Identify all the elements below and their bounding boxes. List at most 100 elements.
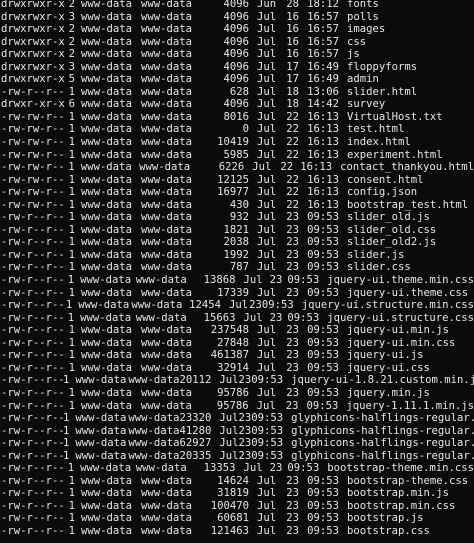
listing-links: 1: [68, 399, 75, 412]
listing-group: www-data: [141, 361, 193, 374]
listing-mon: Jul: [257, 487, 277, 500]
listing-name: slider.css: [347, 261, 411, 274]
listing-name: js: [347, 48, 360, 61]
listing-size: 31819: [217, 487, 249, 500]
listing-perm: -rw-rw-r--: [1, 136, 65, 149]
listing-links: 1: [68, 524, 75, 537]
listing-row: -rw-r--r-- 1 www-data www-data 41280 Jul 23 09:…: [0, 425, 474, 438]
listing-mon: Jul: [243, 274, 263, 287]
listing-perm: -rw-r--r--: [1, 211, 65, 224]
listing-links: 1: [67, 311, 75, 324]
listing-row: -rw-rw-r-- 1 www-data www-data 5985 Jul 22 16:1…: [0, 149, 474, 162]
listing-group: www-data: [131, 299, 183, 312]
listing-name: test.html: [347, 123, 405, 136]
listing-size: 6226: [218, 161, 245, 174]
listing-perm: -rw-r--r--: [1, 349, 65, 362]
listing-time: 09:53: [307, 512, 339, 525]
listing-perm: -rw-rw-r--: [1, 110, 65, 123]
listing-size: 237548: [210, 324, 249, 337]
listing-size: 4096: [223, 0, 249, 10]
listing-links: 1: [68, 248, 75, 261]
listing-user: www-data: [81, 349, 133, 362]
listing-row: drwxrwxr-x 3 www-data www-data 4096 Jul 16 16:5…: [0, 11, 474, 24]
listing-size: 20335: [179, 449, 212, 462]
listing-day: 22: [286, 110, 299, 123]
listing-size: 2038: [223, 236, 249, 249]
listing-size: 8016: [223, 110, 249, 123]
listing-row: -rw-r--r-- 1 www-data www-data 20335 Jul 23 09:…: [0, 450, 474, 463]
listing-day: 23: [286, 211, 299, 224]
listing-size: 32914: [217, 361, 249, 374]
listing-user: www-data: [81, 0, 133, 10]
listing-user: www-data: [81, 173, 133, 186]
listing-name: jquery-ui-1.8.21.custom.min.js: [291, 374, 474, 387]
listing-name: jquery.min.js: [347, 386, 430, 399]
listing-row: -rw-rw-r-- 1 www-data www-data 0 Jul 22 16:13 te…: [0, 123, 474, 136]
listing-mon: Jul: [257, 123, 277, 136]
listing-size: 4096: [223, 48, 249, 61]
listing-mon: Jul: [257, 286, 277, 299]
listing-group: www-data: [128, 374, 180, 387]
listing-links: 1: [68, 136, 75, 149]
listing-row: -rw-r--r-- 1 www-data www-data 27848 Jul 23 09:…: [0, 337, 474, 350]
listing-time: 16:57: [307, 23, 339, 36]
listing-user: www-data: [81, 236, 133, 249]
listing-user: www-data: [81, 123, 133, 136]
listing-perm: -rw-r--r--: [1, 336, 65, 349]
listing-row: -rw-rw-r-- 1 www-data www-data 6226 Jul 22 16:1…: [0, 161, 474, 174]
listing-user: www-data: [80, 274, 132, 287]
listing-perm: -rw-r--r--: [1, 361, 65, 374]
listing-group: www-data: [141, 148, 193, 161]
listing-time: 14:42: [307, 98, 339, 111]
listing-name: bootstrap.css: [347, 524, 430, 537]
listing-time: 09:53: [251, 424, 284, 437]
listing-size: 4096: [223, 98, 249, 111]
listing-time: 16:57: [307, 10, 339, 23]
listing-links: 1: [65, 299, 73, 312]
listing-size: 41280: [179, 424, 212, 437]
listing-links: 1: [68, 512, 75, 525]
listing-mon: Jul: [256, 399, 276, 412]
listing-time: 09:53: [307, 324, 339, 337]
listing-time: 09:53: [251, 437, 284, 450]
listing-row: -rw-r--r-- 1 www-data www-data 95786 Jul 23 09:…: [0, 400, 474, 413]
listing-size: 27848: [217, 336, 249, 349]
listing-day: 23: [269, 311, 283, 324]
listing-size: 13868: [203, 274, 236, 287]
terminal-window[interactable]: drwxrwxr-x 2 www-data www-data 4096 Jun 28 18:1…: [0, 0, 474, 543]
listing-perm: -rw-r--r--: [1, 374, 65, 387]
listing-time: 16:57: [307, 35, 339, 48]
listing-mon: Jul: [257, 386, 277, 399]
listing-user: www-data: [81, 186, 133, 199]
listing-perm: drwxr-xr-x: [1, 98, 65, 111]
listing-day: 16: [286, 23, 299, 36]
listing-day: 23: [285, 399, 299, 412]
listing-time: 09:53: [251, 374, 284, 387]
listing-row: -rw-r--r-- 1 www-data www-data 1992 Jul 23 09:5…: [0, 249, 474, 262]
listing-group: www-data: [135, 274, 187, 287]
listing-group: www-data: [141, 186, 193, 199]
listing-user: www-data: [75, 437, 127, 450]
listing-perm: -rw-r--r--: [1, 299, 65, 312]
listing-size: 430: [229, 198, 249, 211]
listing-time: 09:53: [307, 236, 339, 249]
listing-mon: Jul: [257, 236, 277, 249]
listing-perm: -rw-rw-r--: [1, 123, 65, 136]
listing-size: 4096: [223, 73, 249, 86]
listing-time: 16:13: [307, 110, 339, 123]
listing-name: consent.html: [347, 173, 424, 186]
listing-links: 1: [68, 236, 75, 249]
listing-group: www-data: [141, 512, 193, 525]
listing-time: 09:53: [287, 462, 320, 475]
listing-day: 22: [286, 123, 299, 136]
listing-group: www-data: [128, 424, 180, 437]
listing-time: 09:53: [307, 487, 339, 500]
listing-day: 18: [286, 85, 299, 98]
listing-user: www-data: [81, 474, 133, 487]
listing-time: 09:53: [307, 223, 339, 236]
listing-day: 23: [286, 487, 299, 500]
listing-perm: -rw-r--r--: [1, 274, 65, 287]
listing-time: 09:53: [307, 361, 339, 374]
listing-mon: Jul: [257, 110, 277, 123]
listing-mon: Jul: [257, 349, 277, 362]
